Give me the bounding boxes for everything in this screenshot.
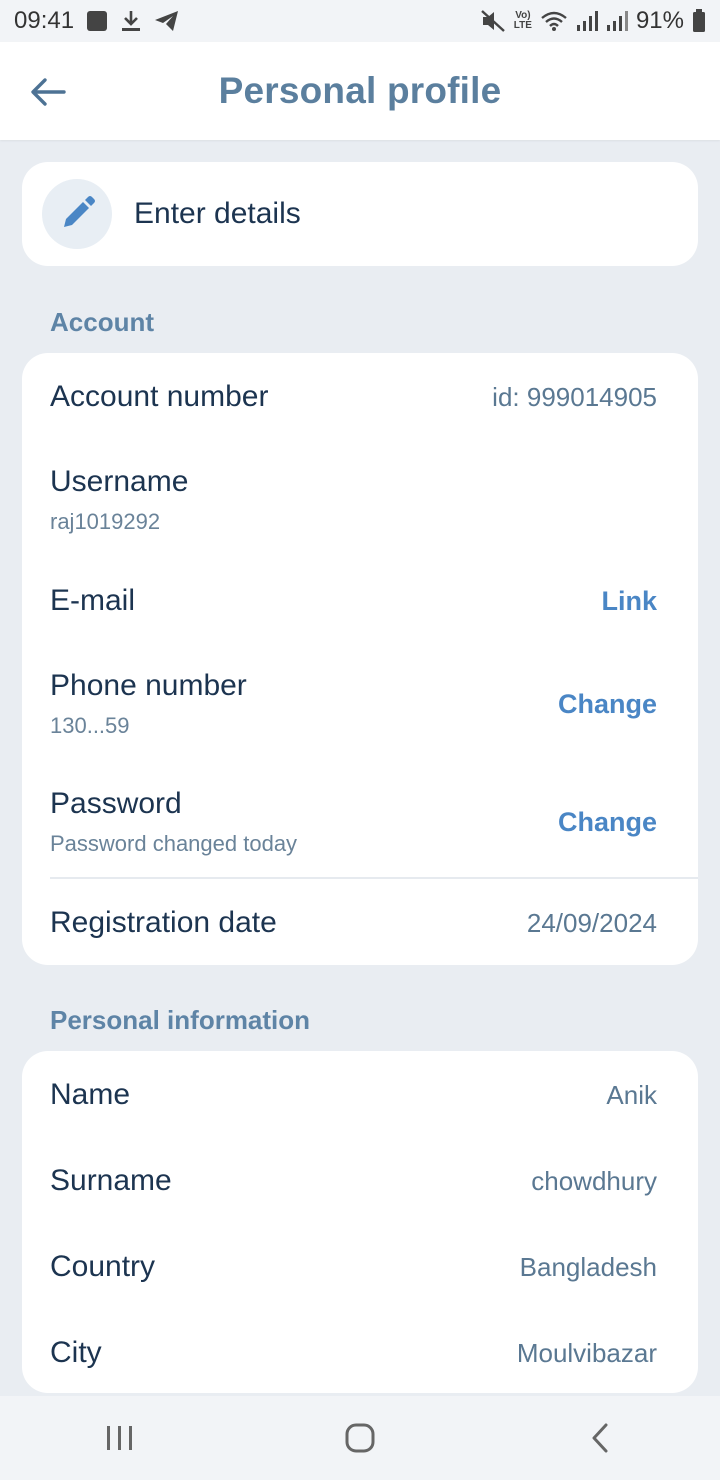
back-button[interactable] [26,70,70,114]
city-row[interactable]: City Moulvibazar [50,1335,657,1371]
surname-value: chowdhury [531,1165,657,1196]
name-value: Anik [606,1079,657,1110]
phone-row: Phone number 130...59 Change [50,669,657,739]
telegram-icon [154,10,180,32]
status-bar: 09:41 Vo) LTE 91% [0,0,720,42]
system-back-button[interactable] [560,1408,640,1468]
section-title-personal: Personal information [50,1005,311,1035]
arrow-left-icon [31,78,66,106]
home-icon [345,1423,375,1453]
pencil-icon [64,196,95,227]
password-row: Password Password changed today Change [50,787,657,857]
battery-icon [692,9,706,33]
country-row[interactable]: Country Bangladesh [50,1249,657,1285]
registration-value: 24/09/2024 [526,907,657,938]
personal-card: Name Anik Surname chowdhury Country Bang… [22,1051,698,1393]
password-label: Password [50,787,182,820]
city-value: Moulvibazar [516,1337,657,1368]
status-time: 09:41 [14,7,75,34]
page-title: Personal profile [218,70,502,111]
divider [50,877,698,879]
download-icon [120,9,142,33]
section-title-account: Account [50,307,154,337]
pencil-icon-wrapper [42,179,112,249]
username-label: Username [50,465,189,498]
registration-row: Registration date 24/09/2024 [50,905,657,941]
name-label: Name [50,1078,131,1111]
account-number-value: id: 999014905 [492,381,657,412]
battery-percent: 91% [635,7,684,34]
country-label: Country [50,1250,156,1283]
email-label: E-mail [50,584,136,617]
mute-icon [480,9,506,33]
wifi-icon [540,10,568,32]
name-row[interactable]: Name Anik [50,1077,657,1113]
phone-change-button[interactable]: Change [558,689,657,720]
email-link-button[interactable]: Link [601,586,657,617]
account-number-label: Account number [50,380,269,413]
signal-icon [576,10,598,32]
password-status: Password changed today [50,831,298,856]
username-row: Username raj1019292 [50,465,657,535]
system-nav-bar [0,1396,720,1480]
back-icon [592,1423,608,1453]
country-value: Bangladesh [519,1251,657,1282]
phone-value: 130...59 [50,713,130,738]
account-number-row: Account number id: 999014905 [50,379,657,415]
surname-row[interactable]: Surname chowdhury [50,1163,657,1199]
enter-details-label: Enter details [134,197,301,230]
surname-label: Surname [50,1164,172,1197]
account-card: Account number id: 999014905 Username ra… [22,353,698,965]
recent-apps-icon [107,1426,132,1450]
email-row: E-mail Link [50,583,657,619]
enter-details-button[interactable]: Enter details [22,162,698,266]
password-change-button[interactable]: Change [558,807,657,838]
recent-apps-button[interactable] [80,1408,160,1468]
volte-label-bottom: LTE [513,20,532,31]
signal-icon [606,10,628,32]
app-header: Personal profile [0,42,720,140]
phone-label: Phone number [50,669,247,702]
stop-icon [86,10,108,32]
city-label: City [50,1336,102,1369]
registration-label: Registration date [50,906,277,939]
username-value: raj1019292 [50,509,161,534]
home-button[interactable] [320,1408,400,1468]
volte-icon: Vo) LTE [514,11,532,31]
